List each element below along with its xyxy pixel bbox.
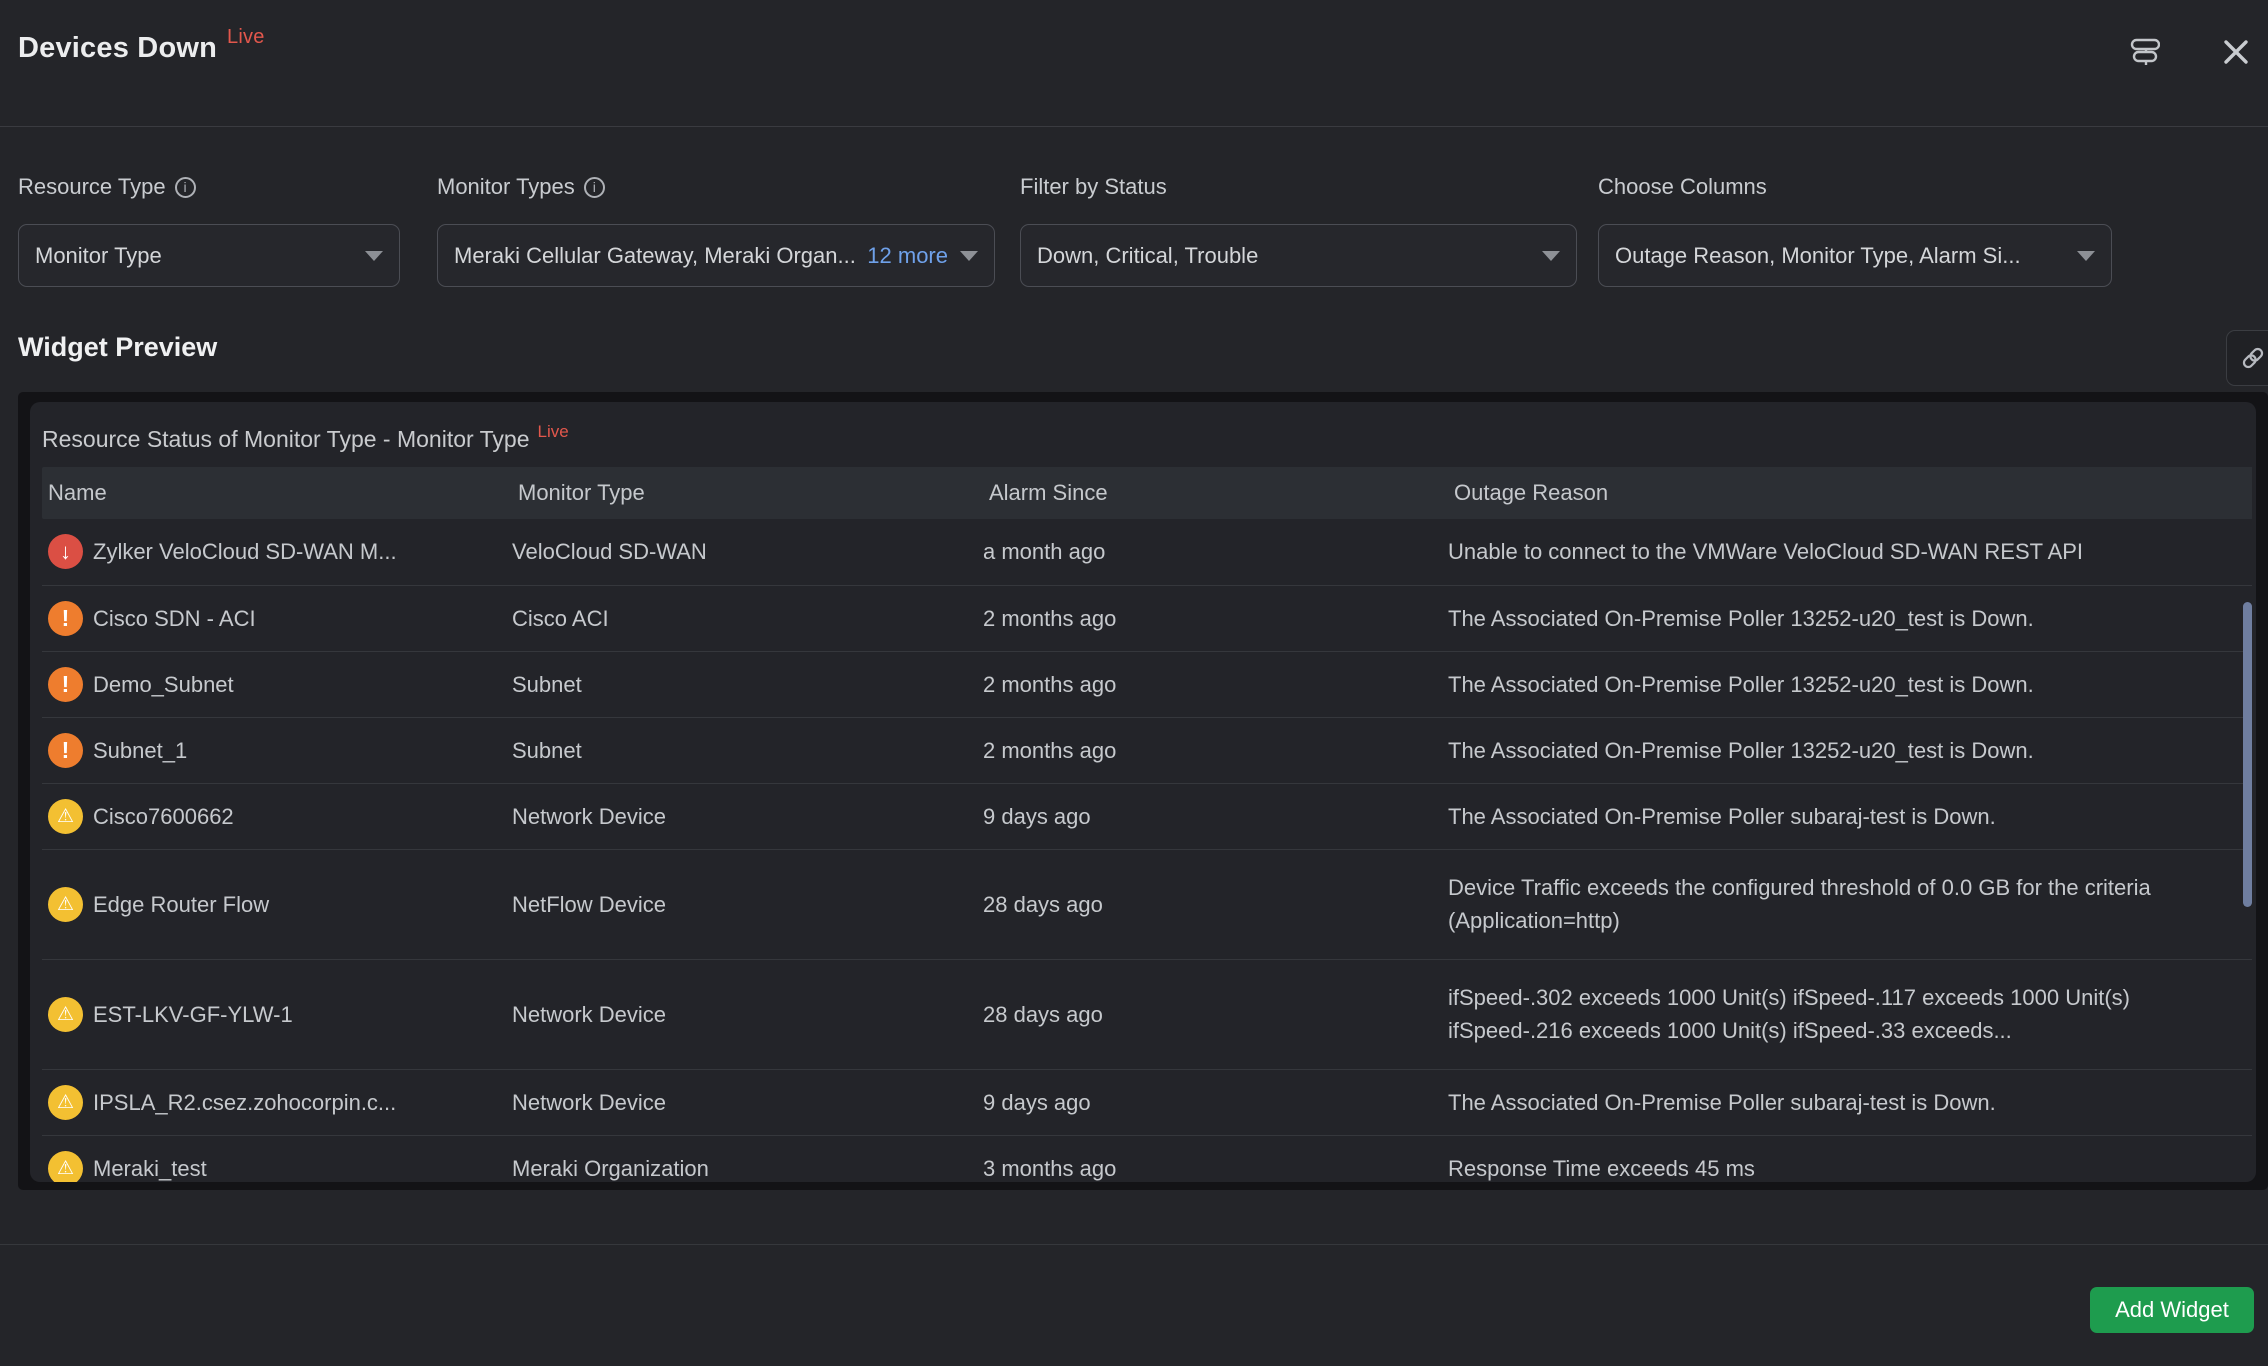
outage-reason-cell: The Associated On-Premise Poller 13252-u… <box>1448 717 2252 783</box>
status-icon: ↓ <box>48 534 83 569</box>
chevron-down-icon <box>2077 251 2095 261</box>
live-badge: Live <box>227 26 265 48</box>
status-value: Down, Critical, Trouble <box>1037 243 1532 269</box>
device-name: Demo_Subnet <box>93 668 234 701</box>
close-icon[interactable] <box>2222 38 2250 66</box>
rearrange-widgets-icon[interactable] <box>2130 38 2160 66</box>
filter-resource-type: Resource Type i Monitor Type <box>18 172 400 287</box>
device-name: EST-LKV-GF-YLW-1 <box>93 998 293 1031</box>
resource-type-select[interactable]: Monitor Type <box>18 224 400 287</box>
table-row[interactable]: ⚠ Cisco7600662 Network Device 9 days ago… <box>42 783 2252 849</box>
monitor-type-cell: Subnet <box>512 651 983 717</box>
copy-link-button[interactable] <box>2226 330 2268 386</box>
status-select[interactable]: Down, Critical, Trouble <box>1020 224 1577 287</box>
monitor-types-select[interactable]: Meraki Cellular Gateway, Meraki Organ...… <box>437 224 995 287</box>
column-header-monitor-type[interactable]: Monitor Type <box>512 467 983 519</box>
device-name: IPSLA_R2.csez.zohocorpin.c... <box>93 1086 396 1119</box>
modal-header: Devices DownLive <box>0 0 2268 127</box>
resource-type-label: Resource Type i <box>18 172 400 202</box>
table-row[interactable]: ↓ Zylker VeloCloud SD-WAN M... VeloCloud… <box>42 519 2252 585</box>
alarm-since-cell: 9 days ago <box>983 1069 1448 1135</box>
filter-by-status: Filter by Status Down, Critical, Trouble <box>1020 172 1577 287</box>
alarm-since-cell: 2 months ago <box>983 585 1448 651</box>
device-name: Subnet_1 <box>93 734 187 767</box>
chevron-down-icon <box>1542 251 1560 261</box>
outage-reason-cell: The Associated On-Premise Poller 13252-u… <box>1448 651 2252 717</box>
table-header-row: Name Monitor Type Alarm Since Outage Rea… <box>42 467 2252 519</box>
column-header-outage-reason[interactable]: Outage Reason <box>1448 467 2252 519</box>
device-name: Meraki_test <box>93 1152 207 1183</box>
widget-preview-frame: Resource Status of Monitor Type - Monito… <box>18 392 2268 1190</box>
alarm-since-cell: 28 days ago <box>983 959 1448 1069</box>
monitor-type-cell: Meraki Organization <box>512 1135 983 1182</box>
outage-reason-cell: The Associated On-Premise Poller subaraj… <box>1448 783 2252 849</box>
status-icon: ! <box>48 667 83 702</box>
outage-reason-cell: The Associated On-Premise Poller 13252-u… <box>1448 585 2252 651</box>
monitor-type-cell: NetFlow Device <box>512 849 983 959</box>
monitor-types-value: Meraki Cellular Gateway, Meraki Organ... <box>454 243 867 269</box>
column-header-name[interactable]: Name <box>42 467 512 519</box>
widget-title: Resource Status of Monitor Type - Monito… <box>30 402 2256 467</box>
live-badge: Live <box>538 422 569 441</box>
outage-reason-cell: Response Time exceeds 45 ms <box>1448 1135 2252 1182</box>
device-name: Cisco7600662 <box>93 800 234 833</box>
filter-choose-columns: Choose Columns Outage Reason, Monitor Ty… <box>1598 172 2112 287</box>
resource-type-value: Monitor Type <box>35 243 355 269</box>
outage-reason-cell: Unable to connect to the VMWare VeloClou… <box>1448 519 2252 585</box>
resource-status-table: Name Monitor Type Alarm Since Outage Rea… <box>42 467 2252 1182</box>
columns-select[interactable]: Outage Reason, Monitor Type, Alarm Si... <box>1598 224 2112 287</box>
status-icon: ⚠ <box>48 1085 83 1120</box>
filter-monitor-types: Monitor Types i Meraki Cellular Gateway,… <box>437 172 995 287</box>
table-row[interactable]: ! Cisco SDN - ACI Cisco ACI 2 months ago… <box>42 585 2252 651</box>
status-icon: ⚠ <box>48 799 83 834</box>
alarm-since-cell: a month ago <box>983 519 1448 585</box>
filter-by-status-label: Filter by Status <box>1020 172 1577 202</box>
table-row[interactable]: ⚠ Meraki_test Meraki Organization 3 mont… <box>42 1135 2252 1182</box>
status-icon: ! <box>48 733 83 768</box>
table-row[interactable]: ! Subnet_1 Subnet 2 months ago The Assoc… <box>42 717 2252 783</box>
monitor-type-cell: Network Device <box>512 783 983 849</box>
widget-preview-card: Resource Status of Monitor Type - Monito… <box>30 402 2256 1182</box>
status-icon: ⚠ <box>48 997 83 1032</box>
footer-divider <box>0 1244 2268 1245</box>
more-monitor-types-link[interactable]: 12 more <box>867 243 948 269</box>
table-row[interactable]: ⚠ IPSLA_R2.csez.zohocorpin.c... Network … <box>42 1069 2252 1135</box>
status-icon: ! <box>48 601 83 636</box>
monitor-type-cell: Cisco ACI <box>512 585 983 651</box>
table-scrollbar[interactable] <box>2243 602 2252 907</box>
device-name: Edge Router Flow <box>93 888 269 921</box>
chevron-down-icon <box>960 251 978 261</box>
monitor-type-cell: VeloCloud SD-WAN <box>512 519 983 585</box>
alarm-since-cell: 3 months ago <box>983 1135 1448 1182</box>
outage-reason-cell: The Associated On-Premise Poller subaraj… <box>1448 1069 2252 1135</box>
device-name: Zylker VeloCloud SD-WAN M... <box>93 535 397 568</box>
alarm-since-cell: 2 months ago <box>983 717 1448 783</box>
info-icon[interactable]: i <box>584 177 605 198</box>
info-icon[interactable]: i <box>175 177 196 198</box>
status-icon: ⚠ <box>48 887 83 922</box>
monitor-types-label: Monitor Types i <box>437 172 995 202</box>
outage-reason-cell: Device Traffic exceeds the configured th… <box>1448 849 2252 959</box>
page-title: Devices DownLive <box>18 26 265 65</box>
table-row[interactable]: ⚠ Edge Router Flow NetFlow Device 28 day… <box>42 849 2252 959</box>
alarm-since-cell: 9 days ago <box>983 783 1448 849</box>
monitor-type-cell: Network Device <box>512 959 983 1069</box>
alarm-since-cell: 2 months ago <box>983 651 1448 717</box>
column-header-alarm-since[interactable]: Alarm Since <box>983 467 1448 519</box>
add-widget-button[interactable]: Add Widget <box>2090 1287 2254 1333</box>
table-row[interactable]: ⚠ EST-LKV-GF-YLW-1 Network Device 28 day… <box>42 959 2252 1069</box>
table-row[interactable]: ! Demo_Subnet Subnet 2 months ago The As… <box>42 651 2252 717</box>
status-icon: ⚠ <box>48 1151 83 1183</box>
monitor-type-cell: Subnet <box>512 717 983 783</box>
device-name: Cisco SDN - ACI <box>93 602 256 635</box>
outage-reason-cell: ifSpeed-.302 exceeds 1000 Unit(s) ifSpee… <box>1448 959 2252 1069</box>
chevron-down-icon <box>365 251 383 261</box>
monitor-type-cell: Network Device <box>512 1069 983 1135</box>
choose-columns-label: Choose Columns <box>1598 172 2112 202</box>
columns-value: Outage Reason, Monitor Type, Alarm Si... <box>1615 243 2067 269</box>
alarm-since-cell: 28 days ago <box>983 849 1448 959</box>
widget-preview-heading: Widget Preview <box>18 332 217 363</box>
